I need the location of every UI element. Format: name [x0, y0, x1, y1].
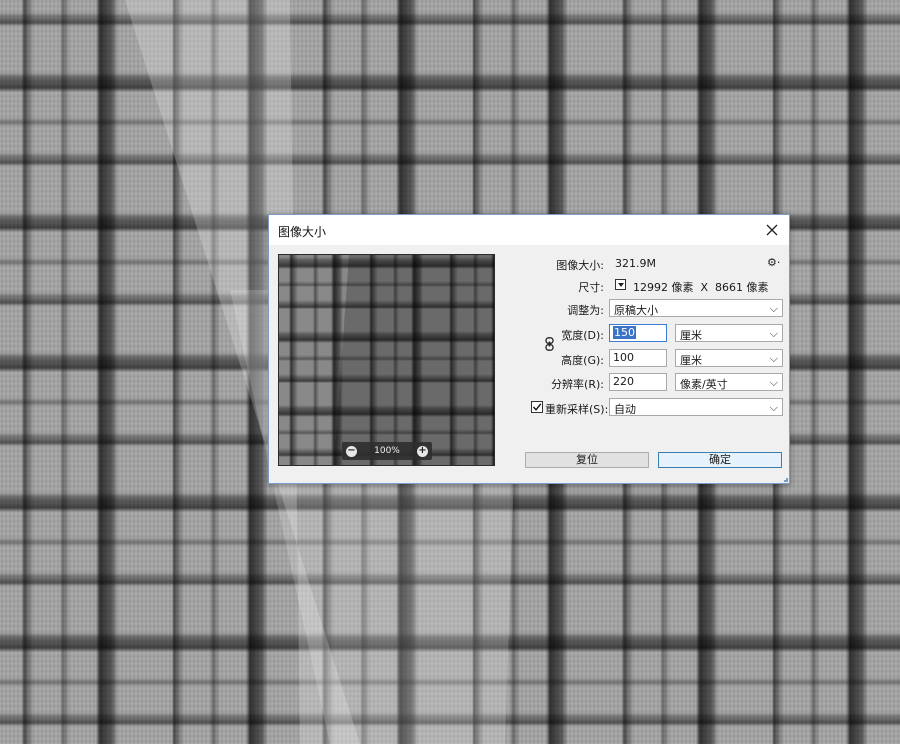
zoom-in-icon[interactable]: + [416, 445, 428, 457]
dimensions-unit-toggle[interactable] [615, 279, 626, 290]
resize-grip[interactable] [784, 478, 788, 482]
zoom-level: 100% [374, 446, 400, 456]
dimensions-label: 尺寸: [578, 281, 604, 294]
resample-checkbox[interactable] [531, 401, 543, 413]
resolution-value: 220 [613, 375, 634, 388]
width-value: 150 [613, 326, 636, 339]
height-unit: 厘米 [680, 354, 702, 367]
dialog-title: 图像大小 [278, 225, 327, 239]
resolution-label: 分辨率(R): [551, 378, 604, 391]
resample-value: 自动 [614, 403, 636, 416]
height-value: 100 [613, 351, 634, 364]
chevron-down-icon: ⌵ [769, 376, 778, 389]
width-input[interactable]: 150 [609, 324, 667, 342]
image-size-dialog: 图像大小 − 100% + 图像大小: 321.9M ⚙· 尺寸: 12992 … [268, 214, 790, 484]
zoom-bar: − 100% + [342, 442, 432, 460]
width-unit: 厘米 [680, 329, 702, 342]
close-icon [766, 224, 778, 236]
fit-to-label: 调整为: [567, 304, 604, 317]
fit-to-select[interactable]: 原稿大小 ⌵ [609, 299, 783, 317]
chevron-down-icon: ⌵ [769, 352, 778, 365]
gear-icon[interactable]: ⚙· [767, 256, 780, 269]
resolution-unit: 像素/英寸 [680, 378, 728, 391]
dialog-titlebar: 图像大小 [269, 215, 789, 245]
width-label: 宽度(D): [561, 329, 604, 342]
resample-label: 重新采样(S): [545, 403, 609, 416]
ok-button[interactable]: 确定 [658, 452, 782, 468]
zoom-out-icon[interactable]: − [346, 445, 357, 457]
chevron-down-icon: ⌵ [769, 401, 778, 414]
height-input[interactable]: 100 [609, 349, 667, 367]
fit-to-value: 原稿大小 [614, 304, 658, 317]
resolution-input[interactable]: 220 [609, 373, 667, 391]
preview-dark-wedge [334, 255, 494, 465]
dimensions-value: 12992 像素 X 8661 像素 [633, 281, 769, 294]
close-button[interactable] [755, 215, 789, 245]
preview-pane[interactable]: − 100% + [278, 254, 495, 466]
width-unit-select[interactable]: 厘米 ⌵ [675, 324, 783, 342]
chevron-down-icon: ⌵ [769, 327, 778, 340]
resample-select[interactable]: 自动 ⌵ [609, 398, 783, 416]
image-size-label: 图像大小: [556, 259, 604, 272]
checkmark-icon [532, 403, 542, 411]
height-unit-select[interactable]: 厘米 ⌵ [675, 349, 783, 367]
chevron-down-icon: ⌵ [769, 302, 778, 315]
resolution-unit-select[interactable]: 像素/英寸 ⌵ [675, 373, 783, 391]
reset-button[interactable]: 复位 [525, 452, 649, 468]
image-size-value: 321.9M [615, 257, 656, 270]
height-label: 高度(G): [561, 354, 604, 367]
